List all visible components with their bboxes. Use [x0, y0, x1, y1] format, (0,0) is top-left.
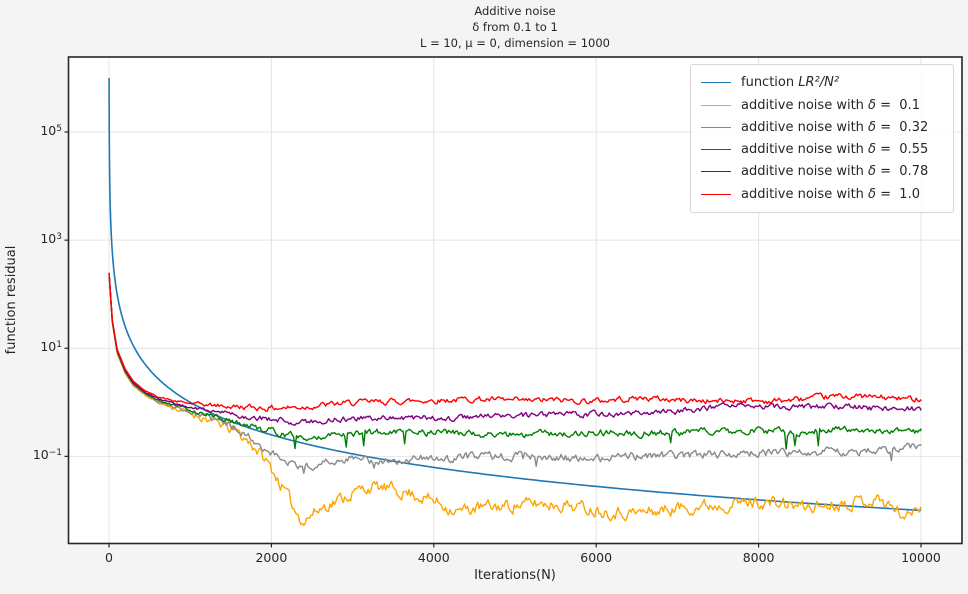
legend-item-5: additive noise with δ = 1.0: [691, 187, 953, 202]
legend-item-2: additive noise with δ = 0.32: [691, 120, 953, 135]
y-tick-label: 101: [40, 339, 62, 355]
legend-label: additive noise with δ = 0.78: [741, 164, 929, 180]
legend-item-0: function LR²/N²: [691, 75, 953, 90]
y-tick-label: 105: [40, 123, 62, 139]
x-tick-label: 8000: [742, 550, 775, 565]
x-tick-label: 10000: [901, 550, 941, 565]
legend-line-swatch: [701, 126, 731, 128]
legend: function LR²/N² additive noise with δ = 0…: [690, 64, 954, 213]
legend-line-swatch: [701, 149, 731, 151]
legend-line-swatch: [701, 193, 731, 195]
legend-line-swatch: [701, 82, 731, 84]
legend-item-4: additive noise with δ = 0.78: [691, 164, 953, 179]
legend-label: additive noise with δ = 1.0: [741, 186, 920, 202]
title-line-3: L = 10, μ = 0, dimension = 1000: [420, 36, 610, 50]
title-line-2: δ from 0.1 to 1: [472, 20, 558, 34]
legend-line-swatch: [701, 104, 731, 106]
legend-item-3: additive noise with δ = 0.55: [691, 142, 953, 157]
x-tick-label: 4000: [417, 550, 450, 565]
x-tick-label: 2000: [255, 550, 288, 565]
title-line-1: Additive noise: [474, 4, 556, 18]
legend-line-swatch: [701, 171, 731, 173]
y-tick-label: 103: [40, 231, 62, 247]
x-tick-label: 0: [105, 550, 113, 565]
figure: Additive noise δ from 0.1 to 1 L = 10, μ…: [0, 0, 968, 594]
legend-label: function LR²/N²: [741, 75, 840, 91]
legend-label: additive noise with δ = 0.1: [741, 97, 920, 113]
x-tick-label: 6000: [580, 550, 613, 565]
y-tick-label: 10−1: [32, 447, 62, 463]
legend-label: additive noise with δ = 0.55: [741, 142, 929, 158]
title-block: Additive noise δ from 0.1 to 1 L = 10, μ…: [68, 3, 962, 51]
x-axis-label: Iterations(N): [474, 568, 556, 583]
legend-label: additive noise with δ = 0.32: [741, 119, 929, 135]
legend-item-1: additive noise with δ = 0.1: [691, 98, 953, 113]
